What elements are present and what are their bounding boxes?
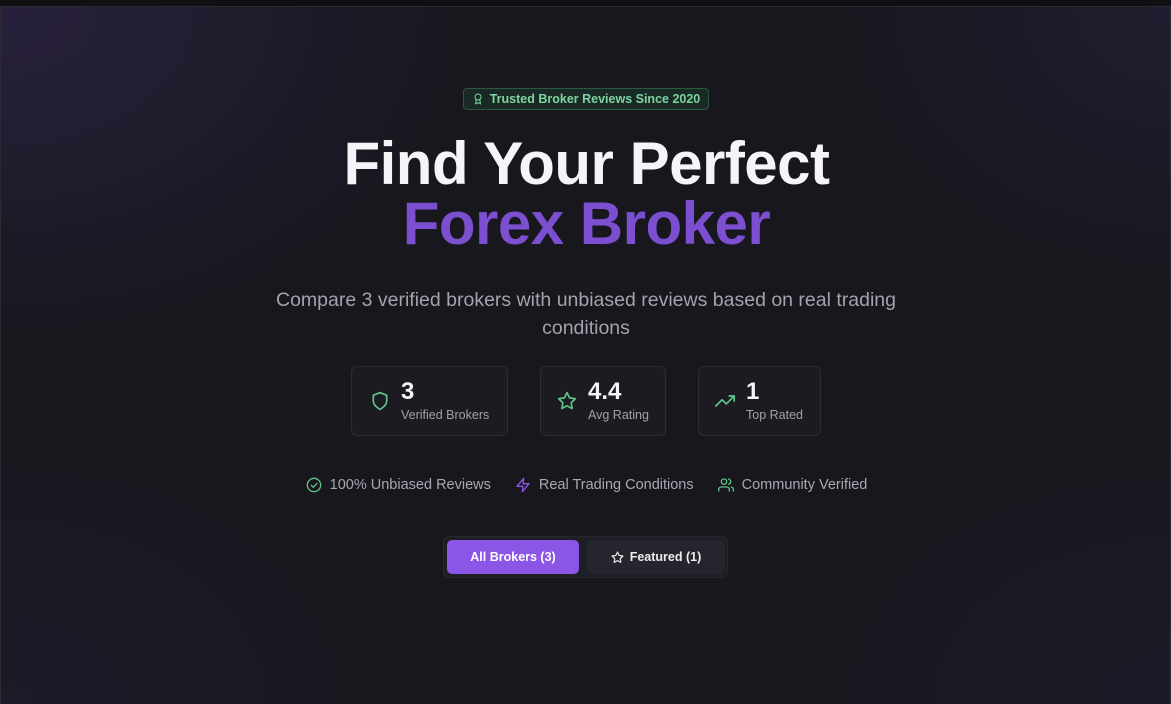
feature-unbiased-reviews: 100% Unbiased Reviews (306, 477, 491, 493)
trending-up-icon (715, 391, 735, 411)
tab-label: Featured (1) (629, 550, 702, 564)
trusted-badge: Trusted Broker Reviews Since 2020 (463, 88, 709, 110)
hero-section: Trusted Broker Reviews Since 2020 Find Y… (0, 7, 1171, 704)
star-icon (611, 550, 624, 564)
top-bar (0, 0, 1171, 7)
broker-filter-tabs: All Brokers (3) Featured (1) (443, 536, 728, 578)
star-icon (557, 391, 577, 411)
stat-value: 1 (746, 378, 760, 405)
feature-label: Real Trading Conditions (538, 477, 694, 493)
check-circle-icon (306, 477, 322, 493)
stat-label: Top Rated (746, 408, 803, 422)
stat-card-top-rated: 1 Top Rated (698, 366, 821, 436)
title-line-2: Forex Broker (402, 190, 771, 257)
users-icon (717, 477, 734, 493)
stat-value: 3 (401, 378, 415, 405)
page-title: Find Your Perfect Forex Broker (1, 134, 1171, 254)
tab-featured[interactable]: Featured (1) (587, 540, 725, 574)
stat-label: Avg Rating (588, 408, 649, 422)
feature-community-verified: Community Verified (717, 477, 868, 493)
feature-label: Community Verified (741, 477, 868, 493)
feature-real-trading-conditions: Real Trading Conditions (515, 477, 694, 493)
stat-card-verified-brokers: 3 Verified Brokers (351, 366, 508, 436)
stat-label: Verified Brokers (401, 408, 490, 422)
award-icon (472, 93, 484, 105)
badge-text: Trusted Broker Reviews Since 2020 (489, 92, 701, 106)
feature-highlights: 100% Unbiased Reviews Real Trading Condi… (1, 477, 1171, 493)
title-line-1: Find Your Perfect (343, 130, 830, 197)
shield-icon (370, 391, 390, 411)
stat-card-avg-rating: 4.4 Avg Rating (540, 366, 666, 436)
hero-subtitle: Compare 3 verified brokers with unbiased… (276, 289, 896, 339)
feature-label: 100% Unbiased Reviews (329, 477, 491, 493)
tab-label: All Brokers (3) (470, 550, 556, 564)
stat-value: 4.4 (588, 378, 622, 405)
tab-all-brokers[interactable]: All Brokers (3) (447, 540, 579, 574)
zap-icon (515, 477, 531, 493)
